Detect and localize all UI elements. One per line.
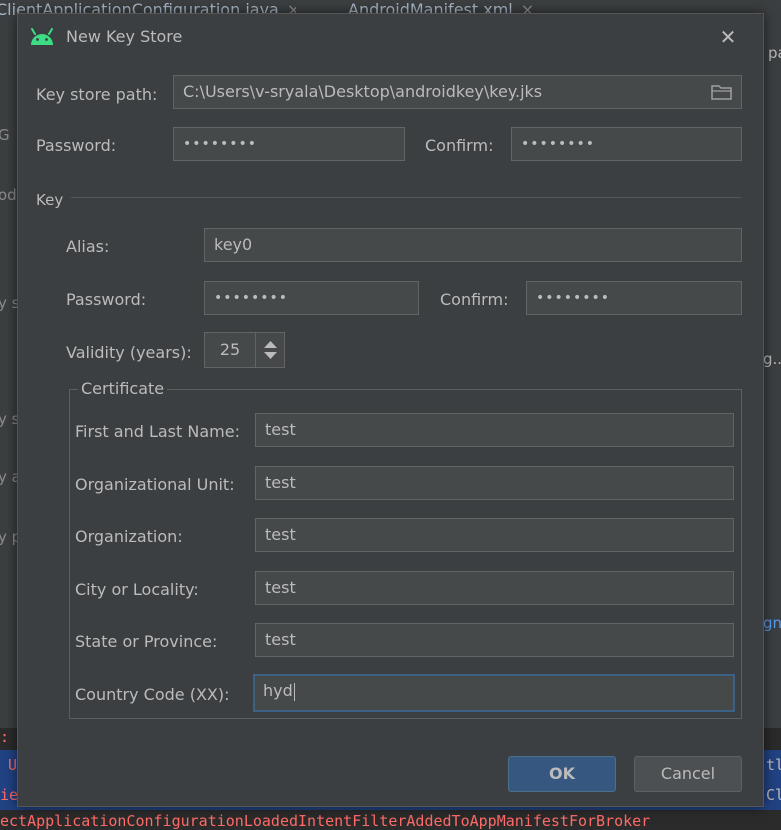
store-confirm-value: •••••••• xyxy=(521,136,596,152)
validity-spinner[interactable]: 25 xyxy=(204,332,285,368)
key-store-path-field[interactable]: C:\Users\v-sryala\Desktop\androidkey\key… xyxy=(173,75,742,109)
city-value: test xyxy=(265,578,296,597)
country-code-label: Country Code (XX): xyxy=(75,685,230,704)
org-unit-value: test xyxy=(265,473,296,492)
organization-value: test xyxy=(265,525,296,544)
store-confirm-label: Confirm: xyxy=(425,136,494,155)
org-unit-field[interactable]: test xyxy=(255,466,734,500)
close-icon: ✕ xyxy=(719,25,737,49)
key-section-label: Key xyxy=(36,191,64,209)
organization-label: Organization: xyxy=(75,527,183,546)
close-button[interactable]: ✕ xyxy=(714,24,742,50)
android-icon xyxy=(31,28,53,45)
console-line: tl xyxy=(766,756,781,774)
alias-label: Alias: xyxy=(66,237,110,256)
store-confirm-field[interactable]: •••••••• xyxy=(511,127,742,161)
key-store-path-value: C:\Users\v-sryala\Desktop\androidkey\key… xyxy=(183,82,543,101)
console-line: U xyxy=(8,756,18,774)
country-code-value: hyd xyxy=(263,681,293,700)
alias-field[interactable]: key0 xyxy=(204,228,742,262)
key-password-value: •••••••• xyxy=(214,290,289,306)
background-right-panel: pa g... gni xyxy=(763,20,781,730)
console-line: : xyxy=(0,728,10,746)
bg-fragment: G xyxy=(0,126,10,144)
spinner-arrows[interactable] xyxy=(255,333,285,367)
first-last-name-value: test xyxy=(265,420,296,439)
store-password-value: •••••••• xyxy=(183,136,258,152)
first-last-name-field[interactable]: test xyxy=(255,413,734,447)
console-line: ie xyxy=(0,786,19,804)
text-caret xyxy=(293,682,295,701)
store-password-label: Password: xyxy=(36,136,117,155)
organization-field[interactable]: test xyxy=(255,518,734,552)
state-label: State or Province: xyxy=(75,632,218,651)
certificate-group: Certificate First and Last Name: test Or… xyxy=(69,379,742,719)
city-field[interactable]: test xyxy=(255,571,734,605)
dialog-title-bar: New Key Store ✕ xyxy=(18,14,763,60)
key-section-divider xyxy=(71,197,741,198)
state-field[interactable]: test xyxy=(255,623,734,657)
spinner-up-down-icon[interactable] xyxy=(256,333,285,367)
alias-value: key0 xyxy=(214,235,253,254)
country-code-field[interactable]: hyd xyxy=(253,674,735,712)
key-confirm-label: Confirm: xyxy=(440,290,509,309)
background-left-panel: G odu y s y s y a y p xyxy=(0,20,26,730)
bg-fragment: pa xyxy=(768,44,781,62)
dialog-title: New Key Store xyxy=(66,27,183,46)
folder-icon[interactable] xyxy=(711,84,733,100)
key-password-field[interactable]: •••••••• xyxy=(204,281,419,315)
key-confirm-value: •••••••• xyxy=(536,290,611,306)
cancel-button[interactable]: Cancel xyxy=(634,756,742,792)
new-key-store-dialog: New Key Store ✕ Key store path: C:\Users… xyxy=(17,13,764,807)
console-line: ectApplicationConfigurationLoadedIntentF… xyxy=(0,812,651,830)
store-password-field[interactable]: •••••••• xyxy=(173,127,405,161)
key-confirm-field[interactable]: •••••••• xyxy=(526,281,742,315)
bg-fragment: gni xyxy=(763,614,781,632)
validity-label: Validity (years): xyxy=(66,343,192,362)
validity-value: 25 xyxy=(219,340,241,359)
ok-button[interactable]: OK xyxy=(508,756,616,792)
bg-fragment: g... xyxy=(763,350,781,368)
first-last-name-label: First and Last Name: xyxy=(75,422,240,441)
console-line: Cli xyxy=(766,786,781,804)
city-label: City or Locality: xyxy=(75,580,199,599)
key-store-path-label: Key store path: xyxy=(36,85,158,104)
key-password-label: Password: xyxy=(66,290,147,309)
certificate-legend: Certificate xyxy=(78,379,168,398)
state-value: test xyxy=(265,630,296,649)
org-unit-label: Organizational Unit: xyxy=(75,475,235,494)
